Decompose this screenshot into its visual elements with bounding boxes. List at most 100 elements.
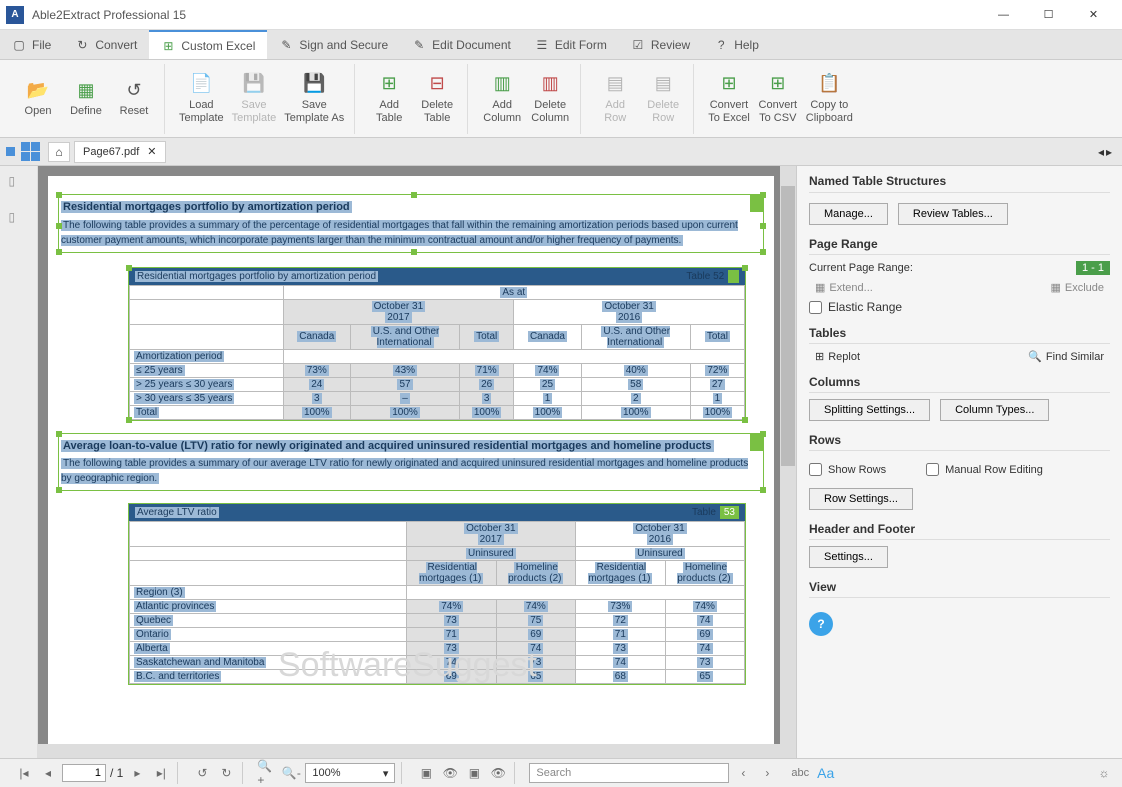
text-size-icon[interactable]: Aa [817,765,834,781]
tab-convert[interactable]: ↻Convert [63,30,149,59]
extend-link[interactable]: ▦ Extend... [815,281,873,294]
hf-settings-button[interactable]: Settings... [809,546,888,568]
table-53: October 312017 October 312016 UninsuredU… [129,521,745,684]
document-page: Residential mortgages portfolio by amort… [48,176,774,756]
tab-right-arrow[interactable]: ▸ [1106,145,1112,159]
review-tables-button[interactable]: Review Tables... [898,203,1008,225]
manual-row-editing-checkbox[interactable] [926,463,939,476]
find-similar-link[interactable]: 🔍 Find Similar [1028,350,1104,363]
table-row: Atlantic provinces74%74%73%74% [130,600,745,614]
search-prev-button[interactable]: ‹ [733,763,753,783]
copy-to-clipboard-button[interactable]: 📋Copy to Clipboard [804,70,855,127]
rotate-ccw-button[interactable]: ↺ [192,763,212,783]
view-header: View [809,580,1110,598]
view-option-1-icon[interactable]: ▣ [416,763,436,783]
close-button[interactable]: ✕ [1071,1,1116,29]
zoom-out-button[interactable]: 🔍- [281,763,301,783]
table-53-frame[interactable]: Average LTV ratio Table 53 October 31201… [128,503,746,685]
tabstrip: ⌂ Page67.pdf ✕ ◂ ▸ [0,138,1122,166]
brightness-icon[interactable]: ☼ [1094,763,1114,783]
replot-link[interactable]: ⊞ Replot [815,350,860,363]
tab-custom-excel[interactable]: ⊞Custom Excel [149,30,267,59]
manage-button[interactable]: Manage... [809,203,888,225]
frame-grip-icon[interactable] [750,194,764,212]
view-option-2-icon[interactable]: 👁 [440,763,460,783]
table-row: Saskatchewan and Manitoba74737473 [130,656,745,670]
view-option-3-icon[interactable]: ▣ [464,763,484,783]
document-viewport[interactable]: Residential mortgages portfolio by amort… [38,166,796,758]
frame-grip-icon[interactable] [750,433,764,451]
column-types-button[interactable]: Column Types... [940,399,1049,421]
close-tab-icon[interactable]: ✕ [147,145,156,158]
last-page-button[interactable]: ▸| [151,763,171,783]
prev-page-button[interactable]: ◂ [38,763,58,783]
help-bubble-icon[interactable]: ? [809,612,833,636]
vertical-scrollbar[interactable] [780,166,796,758]
form-icon: ☰ [535,38,549,52]
rotate-cw-button[interactable]: ↻ [216,763,236,783]
add-table-icon: ⊞ [377,72,401,96]
splitting-settings-button[interactable]: Splitting Settings... [809,399,930,421]
thumbnail-view-button[interactable] [21,142,40,161]
view-mode-buttons[interactable] [6,147,15,156]
clipboard-panel-icon[interactable]: ▯ [9,210,29,230]
sign-icon: ✎ [279,38,293,52]
save-template-button[interactable]: 💾Save Template [230,70,279,127]
define-button[interactable]: ▦Define [64,76,108,120]
add-column-icon: ▥ [490,72,514,96]
clipboard-icon: 📋 [817,72,841,96]
table-52-frame[interactable]: Residential mortgages portfolio by amort… [128,267,746,421]
convert-to-excel-button[interactable]: ⊞Convert To Excel [706,70,752,127]
save-template-as-button[interactable]: 💾Save Template As [282,70,346,127]
csv-convert-icon: ⊞ [766,72,790,96]
reset-button[interactable]: ↺Reset [112,76,156,120]
selection-frame-1[interactable]: Residential mortgages portfolio by amort… [58,194,764,253]
elastic-range-checkbox[interactable] [809,301,822,314]
next-page-button[interactable]: ▸ [127,763,147,783]
add-table-button[interactable]: ⊞Add Table [367,70,411,127]
delete-table-button[interactable]: ⊟Delete Table [415,70,459,127]
page-range-header: Page Range [809,237,1110,255]
convert-to-csv-button[interactable]: ⊞Convert To CSV [756,70,800,127]
delete-row-button[interactable]: ▤Delete Row [641,70,685,127]
tab-edit-form[interactable]: ☰Edit Form [523,30,619,59]
selection-frame-2[interactable]: Average loan-to-value (LTV) ratio for ne… [58,433,764,492]
first-page-button[interactable]: |◂ [14,763,34,783]
row-settings-button[interactable]: Row Settings... [809,488,913,510]
tab-file[interactable]: ▢File [0,30,63,59]
zoom-select[interactable]: 100%▾ [305,763,395,783]
define-icon: ▦ [74,78,98,102]
elastic-range-label: Elastic Range [828,300,902,314]
zoom-in-button[interactable]: 🔍+ [257,763,277,783]
minimize-button[interactable]: — [981,1,1026,29]
tab-help[interactable]: ?Help [702,30,771,59]
load-template-button[interactable]: 📄Load Template [177,70,226,127]
page-input[interactable] [62,764,106,782]
delete-column-button[interactable]: ▥Delete Column [528,70,572,127]
search-input[interactable]: Search [529,763,729,783]
table-52-grip[interactable] [728,270,739,283]
right-panel: Named Table Structures Manage... Review … [796,166,1122,758]
add-row-button[interactable]: ▤Add Row [593,70,637,127]
section-1-title: Residential mortgages portfolio by amort… [61,201,352,213]
add-column-button[interactable]: ▥Add Column [480,70,524,127]
table-row: Ontario71697169 [130,628,745,642]
table-53-number[interactable]: 53 [720,506,739,519]
current-page-range-label: Current Page Range: [809,262,913,274]
document-tab[interactable]: Page67.pdf ✕ [74,141,166,163]
tab-review[interactable]: ☑Review [619,30,702,59]
search-next-button[interactable]: › [757,763,777,783]
maximize-button[interactable]: ☐ [1026,1,1071,29]
open-button[interactable]: 📂Open [16,76,60,120]
show-rows-checkbox[interactable] [809,463,822,476]
titlebar: A Able2Extract Professional 15 — ☐ ✕ [0,0,1122,30]
horizontal-scrollbar[interactable] [38,744,780,758]
pages-panel-icon[interactable]: ▯ [9,174,29,194]
excel-convert-icon: ⊞ [717,72,741,96]
home-tab-button[interactable]: ⌂ [48,142,70,162]
tab-edit-document[interactable]: ✎Edit Document [400,30,523,59]
exclude-link[interactable]: ▦ Exclude [1050,281,1104,294]
view-option-4-icon[interactable]: 👁 [488,763,508,783]
tab-left-arrow[interactable]: ◂ [1098,145,1104,159]
tab-sign-secure[interactable]: ✎Sign and Secure [267,30,400,59]
